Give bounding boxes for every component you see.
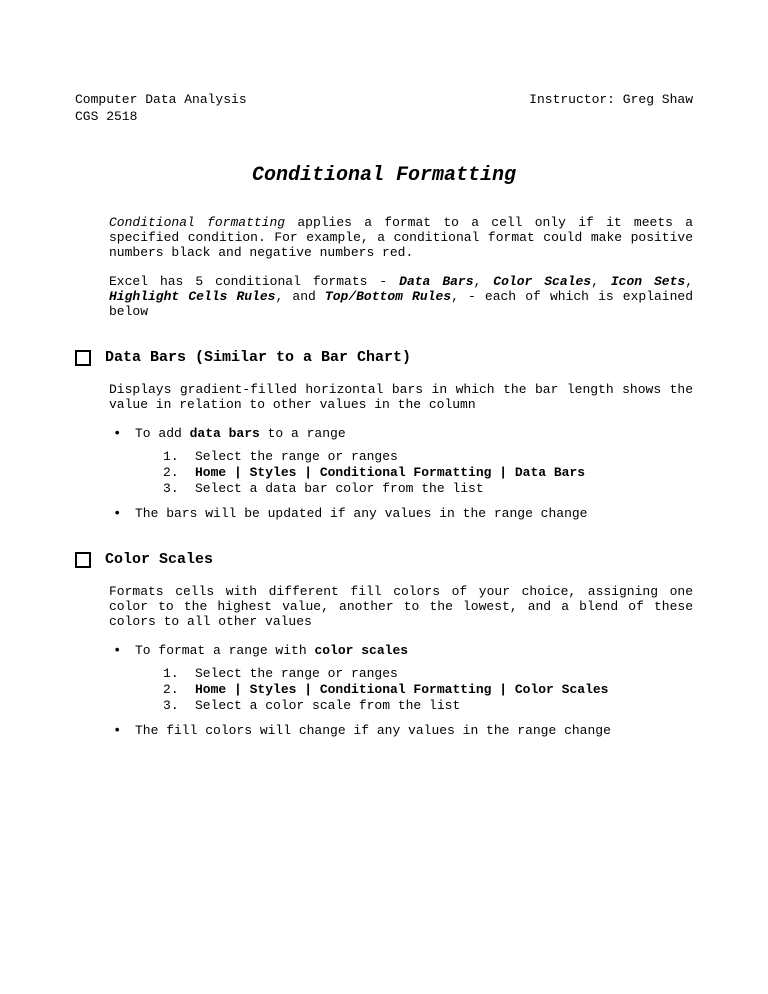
step-item: Select a data bar color from the list: [163, 481, 693, 496]
step-item: Select a color scale from the list: [163, 698, 693, 713]
document-header: Computer Data Analysis Instructor: Greg …: [75, 92, 693, 107]
section-header-color-scales: Color Scales: [75, 551, 693, 568]
header-right: Instructor: Greg Shaw: [529, 92, 693, 107]
step-item: Home | Styles | Conditional Formatting |…: [163, 682, 693, 697]
header-left: Computer Data Analysis: [75, 92, 247, 107]
format-name-5: Top/Bottom Rules: [325, 289, 451, 304]
format-name-1: Data Bars: [399, 274, 473, 289]
section-bullets: To format a range with color scales Sele…: [109, 643, 693, 738]
intro-lead-term: Conditional formatting: [109, 215, 285, 230]
checkbox-icon: [75, 350, 91, 366]
checkbox-icon: [75, 552, 91, 568]
intro-paragraph: Conditional formatting applies a format …: [109, 215, 693, 260]
step-item: Select the range or ranges: [163, 666, 693, 681]
page-title: Conditional Formatting: [75, 164, 693, 187]
section-desc: Formats cells with different fill colors…: [109, 584, 693, 629]
section-header-data-bars: Data Bars (Similar to a Bar Chart): [75, 349, 693, 366]
formats-pre: Excel has 5 conditional formats -: [109, 274, 399, 289]
todo-bold-term: data bars: [190, 426, 260, 441]
todo-bold-term: color scales: [314, 643, 408, 658]
section-desc: Displays gradient-filled horizontal bars…: [109, 382, 693, 412]
format-name-2: Color Scales: [493, 274, 591, 289]
note-bullet: The bars will be updated if any values i…: [109, 506, 693, 521]
section-heading: Color Scales: [105, 551, 213, 568]
section-heading: Data Bars (Similar to a Bar Chart): [105, 349, 411, 366]
course-code: CGS 2518: [75, 109, 693, 124]
todo-bullet: To add data bars to a range Select the r…: [109, 426, 693, 496]
formats-paragraph: Excel has 5 conditional formats - Data B…: [109, 274, 693, 319]
steps-list: Select the range or ranges Home | Styles…: [163, 449, 693, 496]
step-item: Select the range or ranges: [163, 449, 693, 464]
format-name-4: Highlight Cells Rules: [109, 289, 275, 304]
section-bullets: To add data bars to a range Select the r…: [109, 426, 693, 521]
step-item: Home | Styles | Conditional Formatting |…: [163, 465, 693, 480]
document-page: Computer Data Analysis Instructor: Greg …: [0, 0, 768, 788]
steps-list: Select the range or ranges Home | Styles…: [163, 666, 693, 713]
todo-bullet: To format a range with color scales Sele…: [109, 643, 693, 713]
format-name-3: Icon Sets: [611, 274, 685, 289]
note-bullet: The fill colors will change if any value…: [109, 723, 693, 738]
